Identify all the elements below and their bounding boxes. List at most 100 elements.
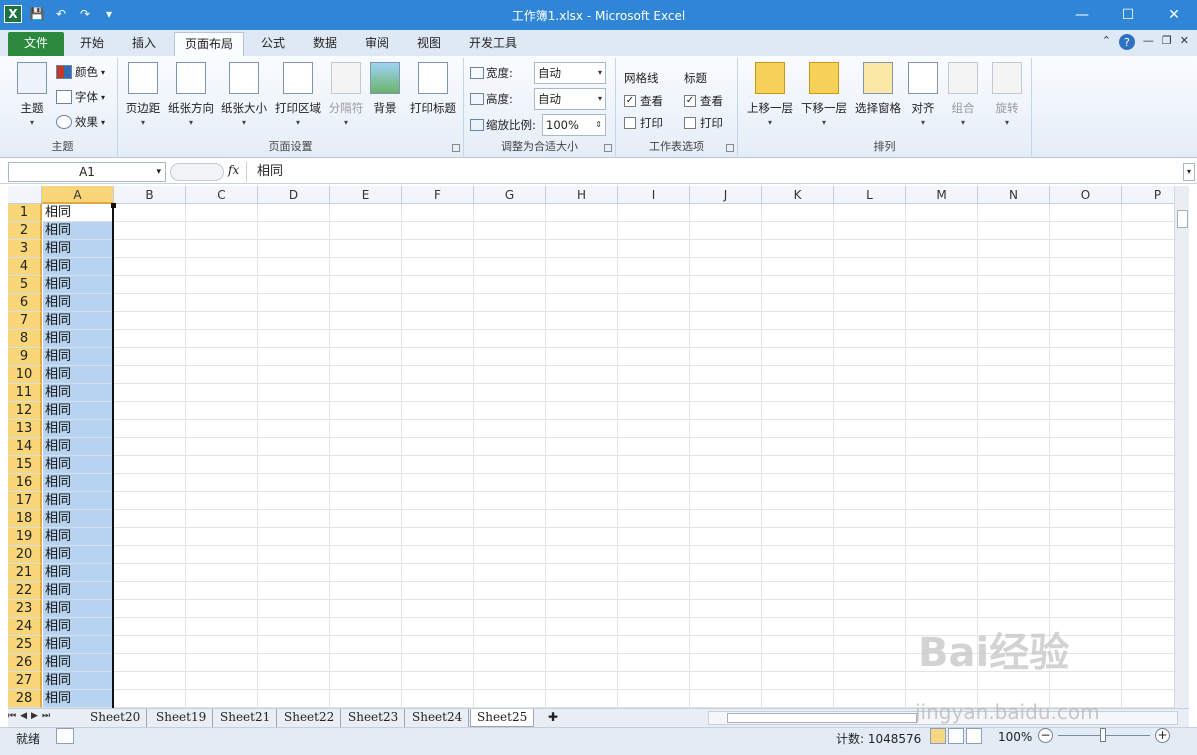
rotate-button[interactable]: 旋转 ▾ xyxy=(990,62,1024,127)
page-layout-view-icon[interactable] xyxy=(948,728,964,744)
tab-view[interactable]: 视图 xyxy=(407,32,451,56)
column-header-l[interactable]: L xyxy=(834,186,906,204)
column-header-b[interactable]: B xyxy=(114,186,186,204)
page-break-view-icon[interactable] xyxy=(966,728,982,744)
row-header-7[interactable]: 7 xyxy=(8,312,42,330)
headings-print-checkbox[interactable]: 打印 xyxy=(684,115,723,131)
column-header-e[interactable]: E xyxy=(330,186,402,204)
row-header-2[interactable]: 2 xyxy=(8,222,42,240)
help-icon[interactable]: ? xyxy=(1118,34,1135,50)
normal-view-icon[interactable] xyxy=(930,728,946,744)
zoom-in-icon[interactable]: + xyxy=(1155,728,1170,743)
sheet-tab-sheet19[interactable]: Sheet19 xyxy=(150,709,214,727)
headings-print-box[interactable] xyxy=(684,117,696,129)
row-header-20[interactable]: 20 xyxy=(8,546,42,564)
margins-button[interactable]: 页边距 ▾ xyxy=(122,62,164,127)
row-header-14[interactable]: 14 xyxy=(8,438,42,456)
size-button[interactable]: 纸张大小 ▾ xyxy=(218,62,270,127)
zoom-level[interactable]: 100% xyxy=(998,730,1032,744)
gridlines-print-box[interactable] xyxy=(624,117,636,129)
sheet-tab-sheet22[interactable]: Sheet22 xyxy=(278,709,342,727)
row-header-9[interactable]: 9 xyxy=(8,348,42,366)
group-objects-button[interactable]: 组合 ▾ xyxy=(946,62,980,127)
close-button[interactable]: ✕ xyxy=(1151,0,1197,30)
insert-function-icon[interactable]: fx xyxy=(228,163,239,177)
tab-file[interactable]: 文件 xyxy=(8,32,64,56)
prev-sheet-icon[interactable]: ◀ xyxy=(20,711,27,721)
tab-page-layout[interactable]: 页面布局 xyxy=(174,32,245,56)
themes-button[interactable]: 主题 ▾ xyxy=(12,62,52,127)
row-header-18[interactable]: 18 xyxy=(8,510,42,528)
row-header-16[interactable]: 16 xyxy=(8,474,42,492)
tab-review[interactable]: 审阅 xyxy=(355,32,399,56)
tab-formulas[interactable]: 公式 xyxy=(251,32,295,56)
name-box[interactable]: A1 ▾ xyxy=(8,162,166,182)
expand-formula-bar-icon[interactable]: ▾ xyxy=(1183,163,1195,181)
selection-pane-button[interactable]: 选择窗格 xyxy=(852,62,904,116)
row-header-12[interactable]: 12 xyxy=(8,402,42,420)
collapse-ribbon-icon[interactable]: ⌃ xyxy=(1102,34,1111,50)
column-header-n[interactable]: N xyxy=(978,186,1050,204)
headings-view-checkbox[interactable]: ✓ 查看 xyxy=(684,93,723,109)
last-sheet-icon[interactable]: ⏭ xyxy=(42,711,50,721)
row-header-6[interactable]: 6 xyxy=(8,294,42,312)
effects-button[interactable]: 效果 ▾ xyxy=(56,114,105,130)
record-macro-icon[interactable] xyxy=(56,728,74,744)
doc-minimize-icon[interactable]: — xyxy=(1143,34,1154,50)
gridlines-view-checkbox[interactable]: ✓ 查看 xyxy=(624,93,663,109)
column-header-g[interactable]: G xyxy=(474,186,546,204)
send-backward-button[interactable]: 下移一层 ▾ xyxy=(798,62,850,127)
row-header-4[interactable]: 4 xyxy=(8,258,42,276)
column-header-j[interactable]: J xyxy=(690,186,762,204)
row-header-17[interactable]: 17 xyxy=(8,492,42,510)
sheet-tab-sheet20[interactable]: Sheet20 xyxy=(84,709,148,727)
row-header-28[interactable]: 28 xyxy=(8,690,42,708)
row-header-10[interactable]: 10 xyxy=(8,366,42,384)
doc-restore-icon[interactable]: ❐ xyxy=(1162,34,1172,50)
vertical-scroll-thumb[interactable] xyxy=(1177,210,1188,228)
sheet-options-launcher-icon[interactable] xyxy=(726,144,734,152)
row-header-5[interactable]: 5 xyxy=(8,276,42,294)
tab-insert[interactable]: 插入 xyxy=(122,32,166,56)
row-header-24[interactable]: 24 xyxy=(8,618,42,636)
row-header-21[interactable]: 21 xyxy=(8,564,42,582)
row-header-13[interactable]: 13 xyxy=(8,420,42,438)
row-header-19[interactable]: 19 xyxy=(8,528,42,546)
zoom-slider-knob[interactable] xyxy=(1100,728,1106,742)
vertical-scrollbar[interactable] xyxy=(1174,186,1189,708)
fill-handle[interactable] xyxy=(111,203,116,208)
row-header-26[interactable]: 26 xyxy=(8,654,42,672)
formula-input[interactable]: 相同 xyxy=(246,162,1183,182)
column-header-f[interactable]: F xyxy=(402,186,474,204)
row-header-15[interactable]: 15 xyxy=(8,456,42,474)
gridlines-view-box[interactable]: ✓ xyxy=(624,95,636,107)
row-header-1[interactable]: 1 xyxy=(8,204,42,222)
first-sheet-icon[interactable]: ⏮ xyxy=(8,711,16,721)
row-header-3[interactable]: 3 xyxy=(8,240,42,258)
row-header-23[interactable]: 23 xyxy=(8,600,42,618)
sheet-tab-sheet24[interactable]: Sheet24 xyxy=(406,709,470,727)
headings-view-box[interactable]: ✓ xyxy=(684,95,696,107)
row-header-8[interactable]: 8 xyxy=(8,330,42,348)
height-select[interactable]: 自动 ▾ xyxy=(534,88,606,110)
background-button[interactable]: 背景 xyxy=(368,62,402,116)
fonts-button[interactable]: 字体 ▾ xyxy=(56,89,105,105)
tab-home[interactable]: 开始 xyxy=(70,32,114,56)
row-header-11[interactable]: 11 xyxy=(8,384,42,402)
tab-data[interactable]: 数据 xyxy=(303,32,347,56)
horizontal-scroll-thumb[interactable] xyxy=(727,713,917,723)
column-header-c[interactable]: C xyxy=(186,186,258,204)
gridlines-print-checkbox[interactable]: 打印 xyxy=(624,115,663,131)
column-header-a[interactable]: A xyxy=(42,186,114,204)
row-header-22[interactable]: 22 xyxy=(8,582,42,600)
minimize-button[interactable]: — xyxy=(1059,0,1105,30)
row-header-25[interactable]: 25 xyxy=(8,636,42,654)
zoom-out-icon[interactable]: − xyxy=(1038,728,1053,743)
column-header-o[interactable]: O xyxy=(1050,186,1122,204)
bring-forward-button[interactable]: 上移一层 ▾ xyxy=(744,62,796,127)
column-header-h[interactable]: H xyxy=(546,186,618,204)
print-titles-button[interactable]: 打印标题 xyxy=(406,62,460,116)
sheet-tab-sheet25[interactable]: Sheet25 xyxy=(470,709,535,727)
tab-developer[interactable]: 开发工具 xyxy=(459,32,527,56)
horizontal-scrollbar[interactable] xyxy=(708,711,1178,725)
